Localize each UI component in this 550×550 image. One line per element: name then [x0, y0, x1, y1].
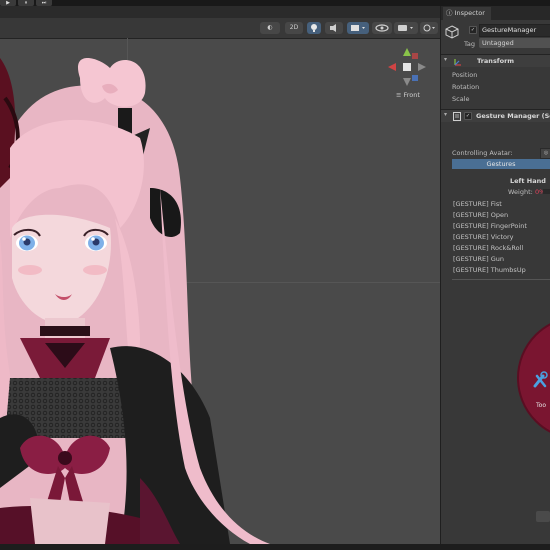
effects-dropdown[interactable] — [347, 22, 369, 34]
scene-tab-bar — [0, 6, 440, 18]
avatar-select-icon[interactable]: ◎ — [540, 148, 550, 159]
gesture-item[interactable]: [GESTURE] FingerPoint — [453, 222, 527, 230]
tools-wrench-icon[interactable] — [532, 371, 548, 389]
gesture-item[interactable]: [GESTURE] Fist — [453, 200, 502, 208]
hand-title: Left Hand — [510, 177, 546, 185]
component-enabled-checkbox[interactable]: ✓ — [464, 112, 472, 120]
tag-label: Tag — [464, 40, 476, 48]
gesture-item[interactable]: [GESTURE] Rock&Roll — [453, 244, 523, 252]
gesture-item[interactable]: [GESTURE] Open — [453, 211, 508, 219]
inspector-panel: ⓘ Inspector ✓ GestureManager Tag Untagge… — [441, 6, 550, 544]
separator — [452, 279, 550, 280]
mode-2d-button[interactable]: 2D — [285, 22, 303, 34]
inspector-tab-bar: ⓘ Inspector — [441, 6, 550, 20]
transform-field: Position — [452, 71, 478, 79]
shading-mode-button[interactable]: ◐ — [260, 22, 280, 34]
status-bar — [0, 544, 550, 550]
weight-slider[interactable] — [543, 189, 550, 194]
controlling-avatar-label: Controlling Avatar: — [452, 149, 513, 157]
scene-view[interactable]: ◐ 2D ≡ Front — [0, 6, 440, 544]
tools-label: Too — [536, 402, 546, 409]
scene-toolbar: ◐ 2D — [0, 18, 440, 39]
foldout-arrow-icon: ▾ — [444, 56, 448, 63]
object-name-field[interactable]: GestureManager — [479, 24, 550, 37]
view-label[interactable]: ≡ Front — [396, 91, 420, 99]
gameobject-cube-icon — [445, 25, 459, 39]
info-icon: ⓘ — [446, 9, 453, 17]
tab-inspector[interactable]: ⓘ Inspector — [443, 7, 491, 20]
audio-toggle-button[interactable] — [325, 22, 343, 34]
gizmos-dropdown[interactable] — [420, 22, 438, 34]
tab-gestures[interactable]: Gestures — [452, 159, 550, 169]
bottom-button[interactable] — [536, 511, 550, 522]
transform-axis-icon — [454, 59, 461, 66]
foldout-arrow-icon: ▾ — [444, 111, 448, 118]
avatar-model[interactable] — [0, 38, 300, 544]
orientation-gizmo-icon[interactable] — [384, 44, 430, 90]
camera-settings-dropdown[interactable] — [394, 22, 418, 34]
gesture-manager-header[interactable]: ▾ ✓ Gesture Manager (Sc — [441, 109, 550, 122]
active-checkbox[interactable]: ✓ — [469, 26, 477, 34]
gesture-item[interactable]: [GESTURE] Gun — [453, 255, 504, 263]
script-icon — [453, 112, 461, 121]
transform-header[interactable]: ▾ Transform — [441, 54, 550, 67]
transform-field: Scale — [452, 95, 470, 103]
weight-label: Weight: — [508, 188, 533, 196]
tag-dropdown[interactable]: Untagged — [479, 38, 550, 48]
gesture-item[interactable]: [GESTURE] Victory — [453, 233, 514, 241]
transform-field: Rotation — [452, 83, 480, 91]
gesture-item[interactable]: [GESTURE] ThumbsUp — [453, 266, 526, 274]
hidden-objects-icon[interactable] — [372, 22, 392, 34]
lighting-toggle-icon[interactable] — [307, 22, 321, 34]
view-menu-icon: ≡ — [396, 91, 404, 99]
